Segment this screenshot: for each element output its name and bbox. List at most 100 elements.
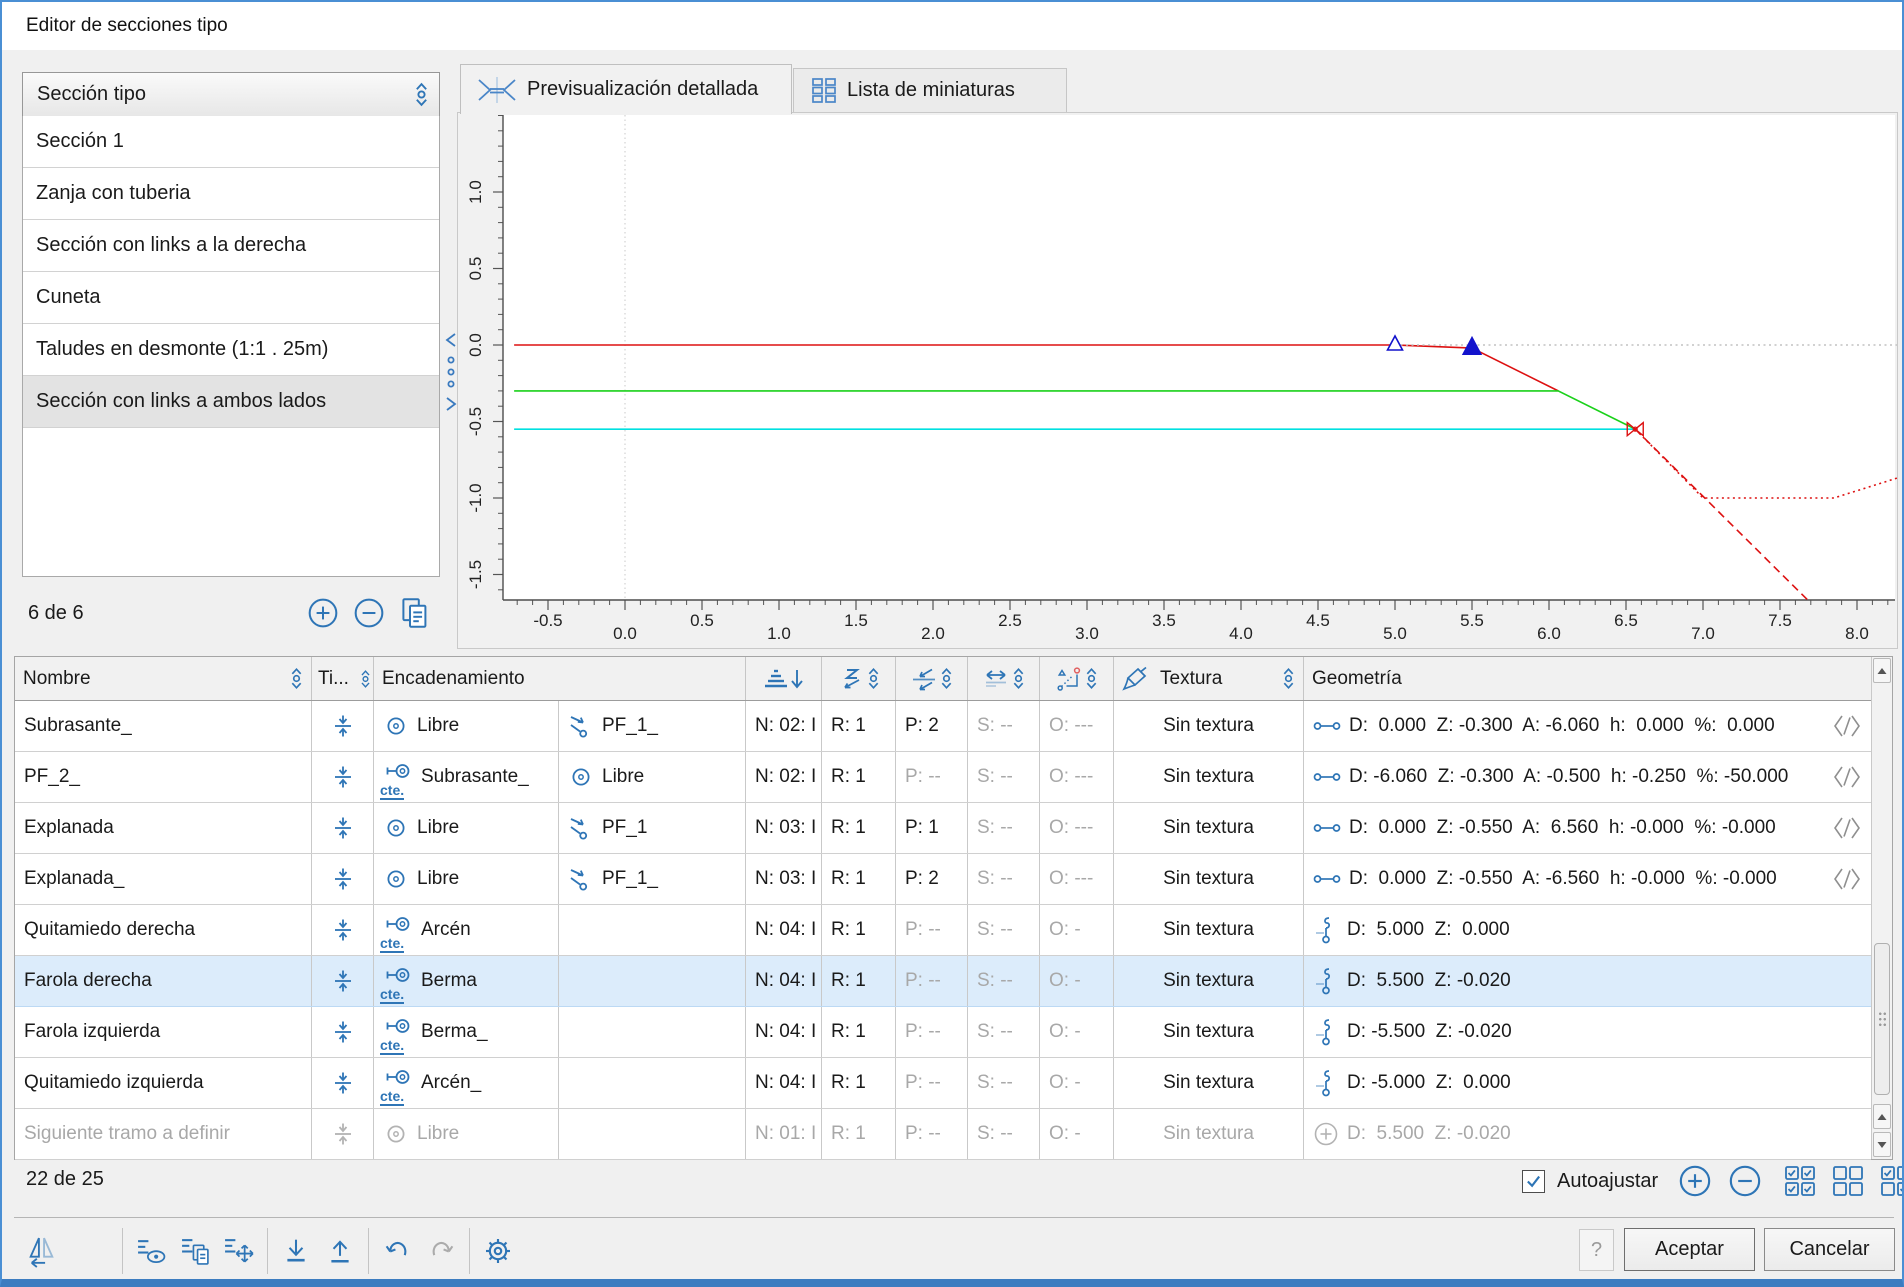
table-row-selected[interactable]: Farola derecha cte.Berma N: 04: I R: 1 P… [15, 956, 1871, 1007]
r-value: R: 1 [822, 701, 896, 751]
zoom-out-button[interactable] [1726, 1162, 1764, 1200]
libre-icon [383, 866, 409, 892]
redo-button[interactable] [419, 1228, 463, 1274]
sort-icon[interactable] [414, 81, 429, 108]
add-section-button[interactable] [305, 595, 341, 631]
row-name: Quitamiedo izquierda [15, 1058, 312, 1108]
table-row[interactable]: Explanada_ Libre PF_1_ N: 03: I R: 1 P: … [15, 854, 1871, 905]
table-scrollbar[interactable] [1871, 657, 1892, 1159]
svg-text:3.5: 3.5 [1152, 611, 1176, 630]
column-header-tipo[interactable]: Ti... [312, 657, 374, 700]
mirror-section-button[interactable] [20, 1228, 64, 1274]
import-button[interactable] [274, 1228, 318, 1274]
column-header-geometria[interactable]: Geometría [1304, 657, 1871, 700]
copy-links-button[interactable] [173, 1228, 217, 1274]
texture-value: Sin textura [1114, 905, 1304, 955]
export-button[interactable] [318, 1228, 362, 1274]
table-row[interactable]: Explanada Libre PF_1 N: 03: I R: 1 P: 1 … [15, 803, 1871, 854]
table-row[interactable]: Subrasante_ Libre PF_1_ N: 02: I R: 1 P:… [15, 701, 1871, 752]
column-header-offset[interactable] [1040, 657, 1114, 700]
section-count: 6 de 6 [28, 602, 84, 625]
sort-icon [1085, 666, 1098, 691]
list-item-selected[interactable]: Sección con links a ambos lados [23, 376, 439, 428]
constant-link-icon [385, 915, 411, 937]
section-list-header[interactable]: Sección tipo [22, 72, 440, 117]
duplicate-section-button[interactable] [397, 595, 433, 631]
bottom-divider [14, 1217, 1894, 1218]
toolbar-separator [122, 1228, 123, 1274]
s-value: S: -- [968, 956, 1040, 1006]
table-row[interactable]: PF_2_ cte.Subrasante_ Libre N: 02: I R: … [15, 752, 1871, 803]
texture-value: Sin textura [1114, 1109, 1304, 1159]
texture-value: Sin textura [1114, 752, 1304, 802]
move-links-button[interactable] [217, 1228, 261, 1274]
preview-links-button[interactable] [129, 1228, 173, 1274]
r-value: R: 1 [822, 1058, 896, 1108]
geometry-values: D: 0.000 Z: -0.550 A: 6.560 h: -0.000 %:… [1349, 817, 1776, 839]
sort-icon [940, 666, 953, 691]
remove-section-button[interactable] [351, 595, 387, 631]
invert-link-selection-button[interactable] [1878, 1163, 1904, 1199]
autoajustar-checkbox[interactable] [1522, 1170, 1545, 1193]
section-preview-chart[interactable]: -0.50.00.51.01.52.02.53.03.54.04.55.05.5… [458, 113, 1897, 648]
table-row[interactable]: Quitamiedo izquierda cte.Arcén_ N: 04: I… [15, 1058, 1871, 1109]
section-list: Sección 1 Zanja con tuberia Sección con … [22, 116, 440, 577]
zoom-in-button[interactable] [1676, 1162, 1714, 1200]
slope-icon [1832, 764, 1862, 790]
sort-icon [1282, 666, 1295, 691]
section-preview-icon [477, 76, 517, 104]
cancel-button[interactable]: Cancelar [1764, 1228, 1895, 1271]
table-row[interactable]: Quitamiedo derecha cte.Arcén N: 04: I R:… [15, 905, 1871, 956]
column-header-superficie[interactable] [968, 657, 1040, 700]
svg-text:2.5: 2.5 [998, 611, 1022, 630]
scrollbar-thumb[interactable] [1874, 943, 1890, 1095]
list-item[interactable]: Taludes en desmonte (1:1 . 25m) [23, 324, 439, 376]
slope-icon [1832, 815, 1862, 841]
texture-value: Sin textura [1114, 1058, 1304, 1108]
column-header-pendiente[interactable] [896, 657, 968, 700]
column-header-textura[interactable]: Textura [1114, 657, 1304, 700]
slope-icon [1832, 866, 1862, 892]
column-header-nombre[interactable]: Nombre [15, 657, 312, 700]
texture-value: Sin textura [1114, 803, 1304, 853]
p-value: P: 2 [896, 854, 968, 904]
column-header-nivel[interactable] [746, 657, 822, 700]
tab-lista-miniaturas[interactable]: Lista de miniaturas [793, 68, 1067, 112]
svg-text:5.0: 5.0 [1383, 624, 1407, 643]
table-row[interactable]: Farola izquierda cte.Berma_ N: 04: I R: … [15, 1007, 1871, 1058]
layers-sort-icon [762, 666, 806, 692]
o-value: O: --- [1040, 854, 1114, 904]
scroll-up-button-2[interactable] [1873, 1104, 1891, 1129]
vertical-fit-icon [330, 1121, 356, 1147]
scroll-down-button[interactable] [1873, 1132, 1891, 1157]
s-value: S: -- [968, 1058, 1040, 1108]
help-button[interactable]: ? [1579, 1229, 1614, 1271]
tab-previsualizacion-detallada[interactable]: Previsualización detallada [460, 64, 792, 114]
list-item[interactable]: Sección 1 [23, 116, 439, 168]
scroll-up-button[interactable] [1873, 658, 1891, 683]
plus-circle-icon [307, 597, 339, 629]
select-all-links-button[interactable] [1782, 1163, 1818, 1199]
table-row-pending[interactable]: Siguiente tramo a definir Libre N: 01: I… [15, 1109, 1871, 1160]
svg-text:-1.0: -1.0 [466, 483, 485, 512]
vertical-object-icon [1313, 966, 1339, 996]
undo-button[interactable] [375, 1228, 419, 1274]
column-header-encadenamiento[interactable]: Encadenamiento [374, 657, 746, 700]
sort-icon [290, 666, 303, 691]
svg-text:1.0: 1.0 [767, 624, 791, 643]
p-value: P: -- [896, 1109, 968, 1159]
section-list-header-label: Sección tipo [37, 83, 146, 106]
row-name: Subrasante_ [15, 701, 312, 751]
column-header-rasante[interactable] [822, 657, 896, 700]
list-item[interactable]: Sección con links a la derecha [23, 220, 439, 272]
select-none-links-button[interactable] [1830, 1163, 1866, 1199]
list-item[interactable]: Zanja con tuberia [23, 168, 439, 220]
vertical-object-icon [1313, 1017, 1339, 1047]
row-name: PF_2_ [15, 752, 312, 802]
o-value: O: --- [1040, 701, 1114, 751]
settings-button[interactable] [476, 1228, 520, 1274]
accept-button[interactable]: Aceptar [1624, 1228, 1755, 1271]
list-item[interactable]: Cuneta [23, 272, 439, 324]
s-value: S: -- [968, 752, 1040, 802]
list-eye-icon [136, 1237, 167, 1266]
